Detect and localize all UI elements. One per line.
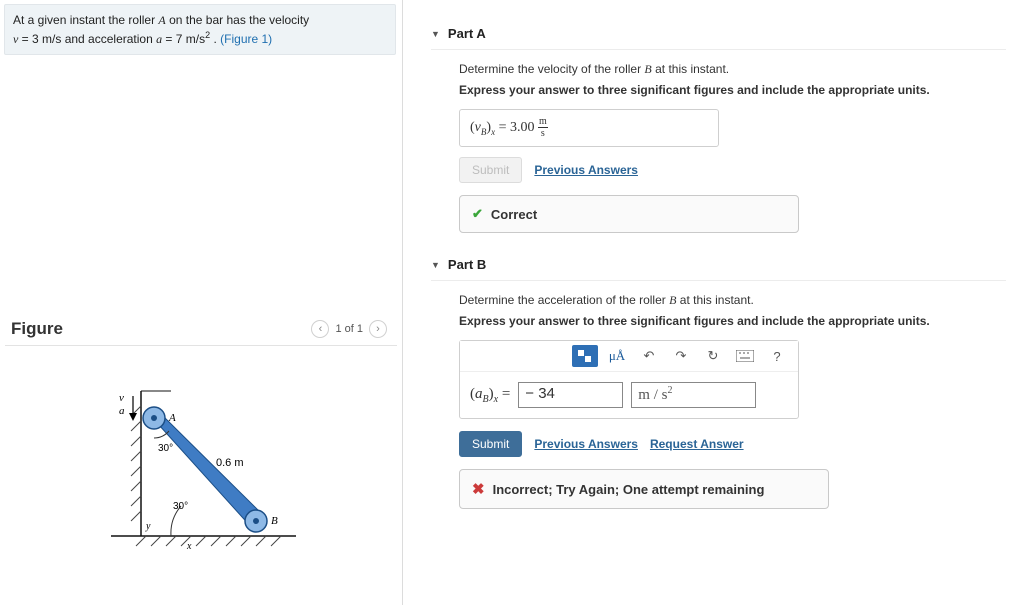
roller-a-symbol: A [158,13,165,27]
collapse-caret-icon: ▼ [431,260,440,270]
problem-statement: At a given instant the roller A on the b… [4,4,396,55]
svg-text:B: B [271,515,278,527]
part-b-header[interactable]: ▼ Part B [431,251,1006,281]
part-a-feedback-text: Correct [491,207,537,222]
part-b-answer-panel: μÅ ↶ ↷ ↻ ? (aB)x = − 34 m / s2 [459,340,799,419]
part-b-title: Part B [448,257,486,272]
part-b-previous-answers-link[interactable]: Previous Answers [534,437,638,451]
part-a-title: Part A [448,26,486,41]
part-b-instructions: Express your answer to three significant… [459,314,1006,328]
svg-text:30°: 30° [158,443,173,454]
units-button[interactable]: μÅ [604,345,630,367]
help-button[interactable]: ? [764,345,790,367]
prev-figure-button[interactable]: ‹ [311,320,329,338]
part-a-prompt: Determine the velocity of the roller B a… [459,62,1006,77]
part-b-prompt: Determine the acceleration of the roller… [459,293,1006,308]
check-icon: ✔ [472,206,483,222]
figure-header: Figure ‹ 1 of 1 › [5,319,397,346]
svg-text:v: v [119,392,124,404]
part-a-previous-answers-link[interactable]: Previous Answers [534,163,638,177]
x-icon: ✖ [472,480,485,498]
svg-text:a: a [119,405,125,417]
part-a: ▼ Part A Determine the velocity of the r… [431,20,1006,233]
svg-text:y: y [145,521,151,532]
next-figure-button[interactable]: › [369,320,387,338]
answer-toolbar: μÅ ↶ ↷ ↻ ? [460,341,798,372]
part-b-value-input[interactable]: − 34 [518,382,623,408]
figure-counter: 1 of 1 [335,323,363,335]
part-b-unit-input[interactable]: m / s2 [631,382,756,408]
part-a-submit-button: Submit [459,157,522,183]
collapse-caret-icon: ▼ [431,29,440,39]
part-b-feedback-text: Incorrect; Try Again; One attempt remain… [493,482,765,497]
svg-text:A: A [168,412,176,424]
part-a-instructions: Express your answer to three significant… [459,83,1006,97]
figure-title: Figure [11,319,63,339]
part-b-request-answer-link[interactable]: Request Answer [650,437,744,451]
svg-text:0.6 m: 0.6 m [216,457,244,469]
part-a-answer-display: (vB)x = 3.00 ms [459,109,719,147]
template-icon[interactable] [572,345,598,367]
keyboard-icon[interactable] [732,345,758,367]
part-b: ▼ Part B Determine the acceleration of t… [431,251,1006,509]
part-b-feedback: ✖ Incorrect; Try Again; One attempt rema… [459,469,829,509]
figure-diagram: v a A B 30° 30° 0.6 m x y [0,346,402,605]
reset-icon[interactable]: ↻ [700,345,726,367]
part-b-submit-button[interactable]: Submit [459,431,522,457]
part-a-feedback: ✔ Correct [459,195,799,233]
part-b-lhs: (aB)x = [470,386,510,405]
svg-text:30°: 30° [173,501,188,512]
svg-text:x: x [186,541,192,552]
undo-icon[interactable]: ↶ [636,345,662,367]
figure-link[interactable]: (Figure 1) [220,32,272,46]
figure-pager: ‹ 1 of 1 › [311,320,387,338]
redo-icon[interactable]: ↷ [668,345,694,367]
intro-text: At a given instant the roller [13,13,158,27]
part-a-header[interactable]: ▼ Part A [431,20,1006,50]
